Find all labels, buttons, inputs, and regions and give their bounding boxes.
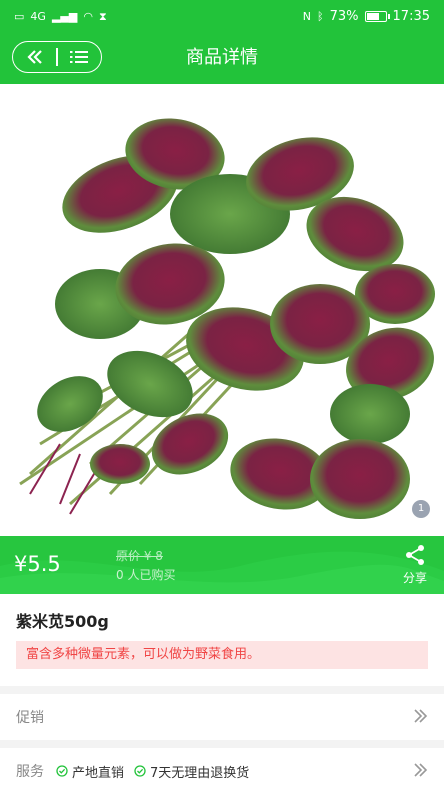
product-image-carousel[interactable]: 1 xyxy=(0,84,444,536)
double-chevron-left-icon xyxy=(27,50,42,64)
status-bar: ▭ 4G ▂▄▆ ◠ ⧗ N ᛒ 73% 17:35 xyxy=(0,0,444,32)
nfc-icon: N xyxy=(302,9,312,23)
product-photo xyxy=(0,84,444,536)
promotion-label: 促销 xyxy=(16,710,44,726)
price-bar: ¥5.5 原价 ¥ 8 0 人已购买 分享 xyxy=(0,536,444,594)
battery-fill xyxy=(366,12,379,20)
page-indicator: 1 xyxy=(412,500,430,518)
product-name: 紫米苋500g xyxy=(16,612,109,631)
status-left: ▭ 4G ▂▄▆ ◠ ⧗ xyxy=(14,11,107,22)
battery-percent: 73% xyxy=(329,8,359,24)
nav-capsule xyxy=(12,41,102,73)
double-chevron-right-icon xyxy=(414,709,428,723)
wifi-icon: ◠ xyxy=(83,9,93,23)
signal-text: 4G xyxy=(30,9,46,23)
service-row[interactable]: 服务 产地直销 7天无理由退换货 xyxy=(0,748,444,794)
service-text: 产地直销 xyxy=(72,765,125,781)
menu-button[interactable] xyxy=(58,42,101,72)
share-button[interactable]: 分享 xyxy=(400,544,430,586)
double-chevron-right-icon xyxy=(414,763,428,777)
hd-icon: ▭ xyxy=(14,9,25,23)
wave-decoration xyxy=(0,551,444,594)
check-circle-icon xyxy=(134,765,146,777)
service-label: 服务 xyxy=(16,764,44,780)
share-label: 分享 xyxy=(402,571,427,585)
sold-count: 0 人已购买 xyxy=(116,568,176,582)
back-button[interactable] xyxy=(13,42,56,72)
status-right: N ᛒ 73% 17:35 xyxy=(303,9,430,24)
promotion-row[interactable]: 促销 xyxy=(0,694,444,740)
bluetooth-icon: ᛒ xyxy=(317,9,324,23)
signal-icon: ▂▄▆ xyxy=(51,9,78,23)
service-item: 产地直销 xyxy=(56,762,124,781)
clock: 17:35 xyxy=(392,8,430,24)
battery-icon xyxy=(364,10,390,22)
list-icon xyxy=(70,51,89,63)
product-description: 富含多种微量元素，可以做为野菜食用。 xyxy=(16,641,428,669)
check-circle-icon xyxy=(56,765,68,777)
service-text: 7天无理由退换货 xyxy=(150,765,250,781)
app-header: 商品详情 xyxy=(0,32,444,84)
service-item: 7天无理由退换货 xyxy=(134,762,249,781)
product-info: 紫米苋500g 富含多种微量元素，可以做为野菜食用。 xyxy=(0,594,444,686)
current-price: ¥5.5 xyxy=(14,552,61,576)
hourglass-icon: ⧗ xyxy=(98,9,107,23)
share-icon xyxy=(406,545,424,565)
original-price: 原价 ¥ 8 xyxy=(116,549,163,563)
